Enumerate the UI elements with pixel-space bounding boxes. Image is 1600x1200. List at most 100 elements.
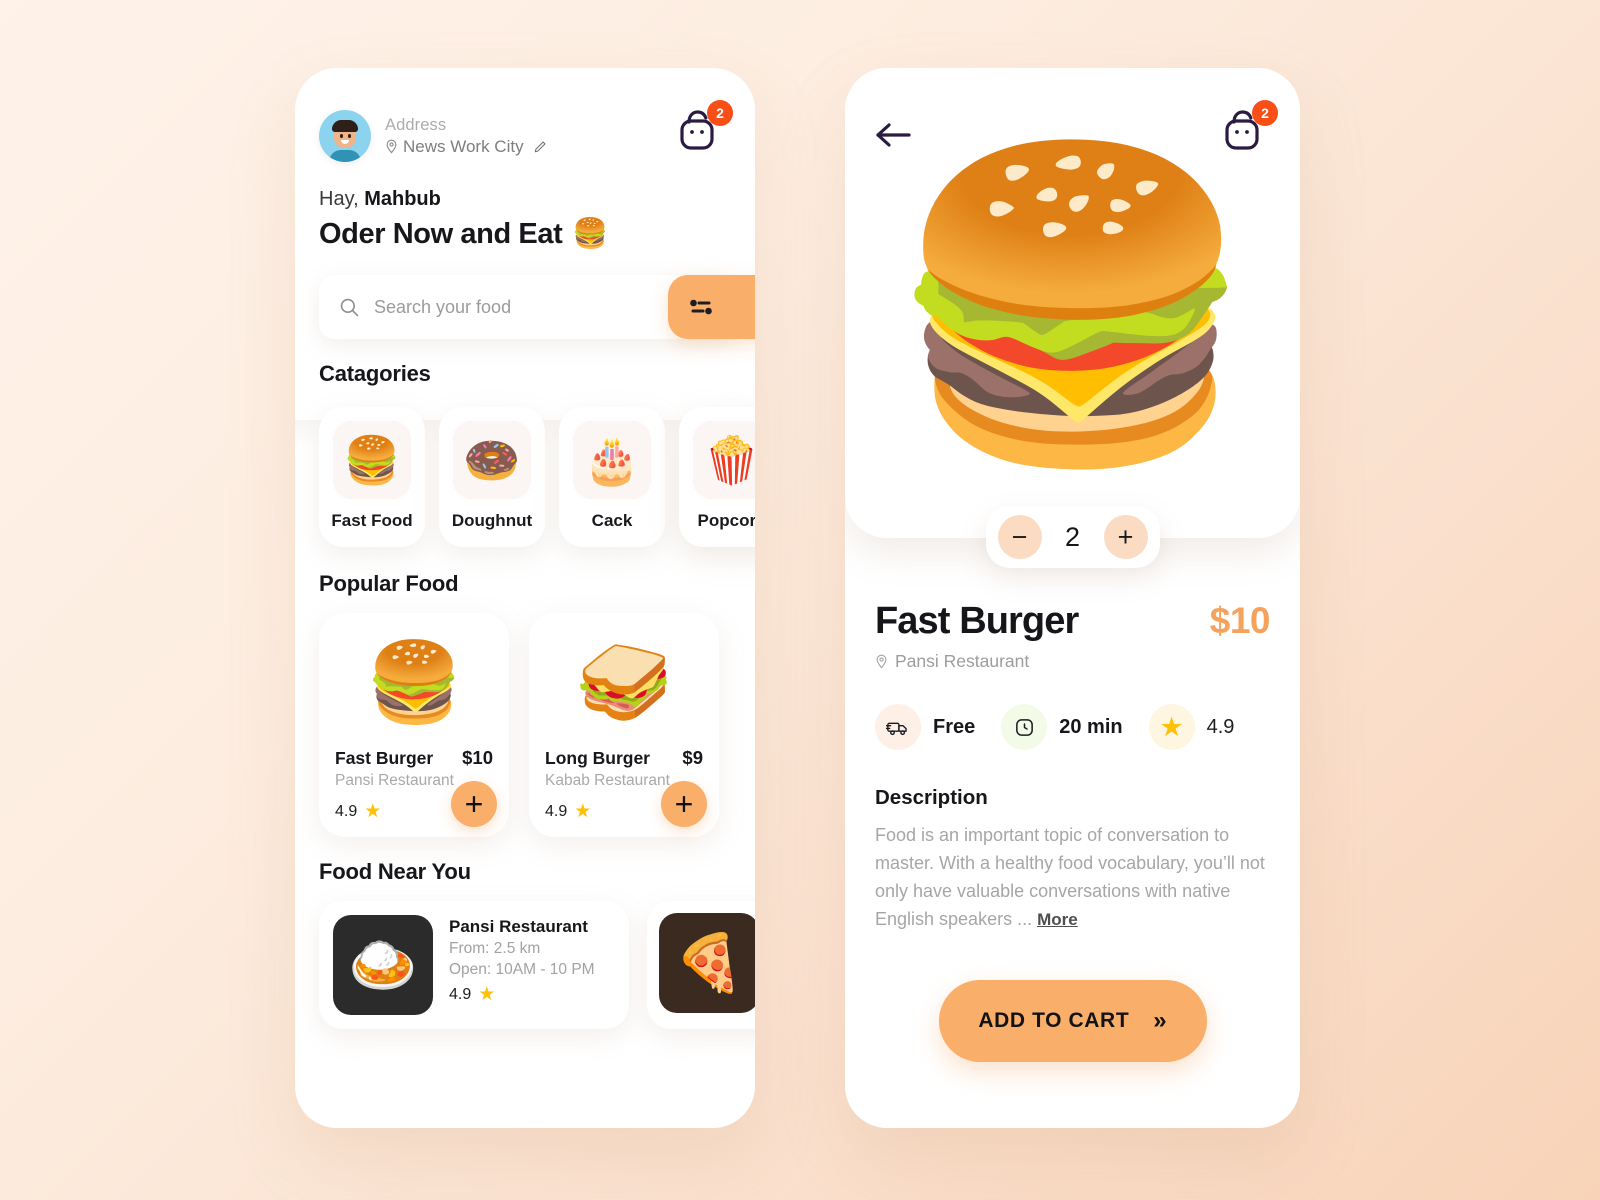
category-label: Cack xyxy=(591,511,633,530)
double-chevron-right-icon: » xyxy=(1153,1006,1167,1034)
food-price: $10 xyxy=(462,747,493,768)
burger-icon: 🍔 xyxy=(333,421,411,499)
rating-value: 4.9 xyxy=(449,985,472,1003)
headline-text: Oder Now and Eat xyxy=(319,217,563,250)
stat-time: 20 min xyxy=(1001,704,1123,750)
product-restaurant-row: Pansi Restaurant xyxy=(875,651,1270,672)
food-name: Fast Burger xyxy=(335,748,434,768)
add-to-cart-button[interactable]: + xyxy=(451,781,497,827)
delivery-truck-icon xyxy=(875,704,921,750)
location-pin-icon xyxy=(386,139,397,154)
restaurant-thumbnail: 🍛 xyxy=(333,915,433,1015)
category-item-popcorn[interactable]: 🍿 Popcorn xyxy=(679,407,755,547)
add-to-cart-button[interactable]: + xyxy=(661,781,707,827)
restaurant-card-pansi[interactable]: 🍛 Pansi Restaurant From: 2.5 km Open: 10… xyxy=(319,901,629,1029)
food-card-fast-burger[interactable]: 🍔 Fast Burger $10 Pansi Restaurant 4.9 ★… xyxy=(319,613,509,837)
more-link[interactable]: More xyxy=(1037,910,1078,929)
restaurant-name: Pansi Restaurant xyxy=(449,917,588,936)
address-value-row: News Work City xyxy=(385,137,547,157)
increase-quantity-button[interactable]: + xyxy=(1103,515,1148,559)
detail-screen: 2 🍔 − 2 + Fast Burger $10 Pansi Restaura… xyxy=(845,68,1300,1128)
avatar-eye-left xyxy=(340,134,343,138)
avatar[interactable] xyxy=(319,110,371,162)
back-arrow-icon[interactable] xyxy=(873,120,913,150)
cart-button[interactable]: 2 xyxy=(673,100,733,156)
search-input[interactable] xyxy=(374,296,715,318)
greeting-prefix: Hay, xyxy=(319,188,359,210)
rating-value: 4.9 xyxy=(545,802,568,820)
avatar-hair xyxy=(332,120,358,132)
sandwich-icon: 🥪 xyxy=(575,638,673,726)
page-title: Oder Now and Eat 🍔 xyxy=(319,217,731,251)
restaurant-info: Pansi Restaurant From: 2.5 km Open: 10AM… xyxy=(449,915,595,1015)
popcorn-icon: 🍿 xyxy=(693,421,755,499)
category-item-doughnut[interactable]: 🍩 Doughnut xyxy=(439,407,545,547)
search-icon xyxy=(340,298,359,316)
category-label: Doughnut xyxy=(451,511,533,530)
address-value: News Work City xyxy=(403,136,524,156)
popular-title: Popular Food xyxy=(319,571,459,596)
clock-icon xyxy=(1001,704,1048,750)
cart-badge: 2 xyxy=(1252,100,1278,126)
add-to-cart-button[interactable]: ADD TO CART » xyxy=(938,979,1207,1062)
location-pin-icon xyxy=(876,654,887,669)
category-label: Fast Food xyxy=(331,511,413,530)
stat-delivery: Free xyxy=(875,704,975,750)
restaurant-hours: Open: 10AM - 10 PM xyxy=(449,961,595,978)
decrease-quantity-button[interactable]: − xyxy=(997,515,1042,559)
near-heading: Food Near You xyxy=(295,837,755,885)
food-name: Long Burger xyxy=(545,748,650,768)
food-price: $9 xyxy=(682,747,703,768)
quantity-stepper: − 2 + xyxy=(985,506,1160,568)
address-label: Address xyxy=(385,115,447,134)
categories-heading: Catagories xyxy=(295,339,755,387)
popular-heading: Popular Food xyxy=(295,547,755,597)
stat-label: 4.9 xyxy=(1206,715,1235,738)
product-price: $10 xyxy=(1209,600,1271,641)
filter-button[interactable] xyxy=(668,275,755,339)
category-label: Popcorn xyxy=(697,511,755,530)
greeting-name: Mahbub xyxy=(364,188,441,210)
category-item-fast-food[interactable]: 🍔 Fast Food xyxy=(319,407,425,547)
detail-body: Fast Burger $10 Pansi Restaurant Free 20… xyxy=(845,538,1300,1062)
rating: 4.9 ★ xyxy=(335,802,381,821)
category-item-cack[interactable]: 🎂 Cack xyxy=(559,407,665,547)
pencil-edit-icon[interactable] xyxy=(533,140,547,154)
popular-row: 🍔 Fast Burger $10 Pansi Restaurant 4.9 ★… xyxy=(295,597,755,837)
food-name-price: Long Burger $9 xyxy=(545,747,703,769)
home-screen: Address News Work City 2 Hay, Mahbub Ode… xyxy=(295,68,755,1128)
food-card-long-burger[interactable]: 🥪 Long Burger $9 Kabab Restaurant 4.9 ★ … xyxy=(529,613,719,837)
food-name-price: Fast Burger $10 xyxy=(335,747,493,769)
product-title: Fast Burger xyxy=(875,600,1079,642)
home-header: Address News Work City 2 Hay, Mahbub Ode… xyxy=(295,68,755,339)
avatar-body xyxy=(329,150,361,162)
detail-title-row: Fast Burger $10 xyxy=(875,600,1271,643)
product-restaurant: Pansi Restaurant xyxy=(895,651,1030,671)
search-band xyxy=(319,275,755,339)
rating: 4.9 ★ xyxy=(545,802,591,821)
product-stats: Free 20 min ★ 4.9 xyxy=(875,704,1270,750)
burger-icon: 🍔 xyxy=(365,638,463,726)
restaurant-card-next[interactable]: 🍕 xyxy=(647,901,755,1029)
near-row: 🍛 Pansi Restaurant From: 2.5 km Open: 10… xyxy=(295,885,755,1029)
description-text: Food is an important topic of conversati… xyxy=(875,822,1270,934)
quantity-value: 2 xyxy=(1064,521,1081,552)
star-icon: ★ xyxy=(574,801,592,822)
address-text: Address News Work City xyxy=(385,116,547,157)
rating-value: 4.9 xyxy=(335,802,358,820)
greeting: Hay, Mahbub xyxy=(319,188,731,211)
description-title: Description xyxy=(875,786,988,809)
restaurant-thumbnail: 🍕 xyxy=(659,913,755,1013)
stat-label: 20 min xyxy=(1059,715,1123,738)
stat-rating: ★ 4.9 xyxy=(1148,704,1235,750)
restaurant-distance: From: 2.5 km xyxy=(449,940,541,957)
cart-badge: 2 xyxy=(707,100,733,126)
filter-tune-icon xyxy=(690,299,712,315)
pizza-icon: 🍕 xyxy=(674,931,744,994)
cake-icon: 🎂 xyxy=(573,421,651,499)
doughnut-icon: 🍩 xyxy=(453,421,531,499)
cart-button[interactable]: 2 xyxy=(1218,100,1278,156)
categories-title: Catagories xyxy=(319,361,431,386)
burger-icon: 🍔 xyxy=(572,218,609,250)
address-row[interactable]: Address News Work City xyxy=(319,110,731,162)
